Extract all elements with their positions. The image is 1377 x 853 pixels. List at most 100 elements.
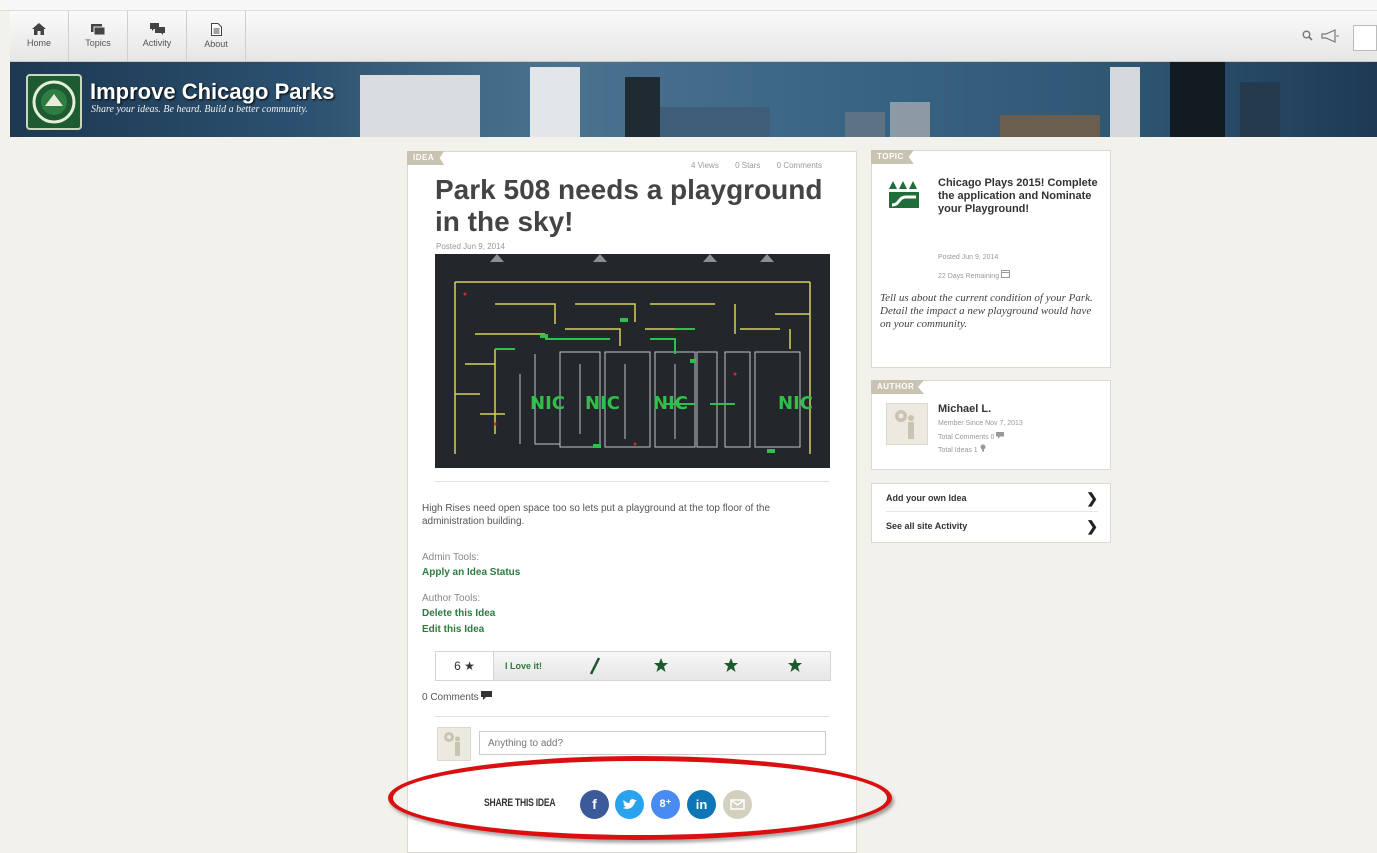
twitter-icon xyxy=(623,798,637,809)
user-placeholder-icon xyxy=(444,732,460,756)
total-comments-text: Total Comments 0 xyxy=(938,434,995,441)
plan-label: NIC xyxy=(653,393,688,414)
email-share-button[interactable] xyxy=(723,790,752,819)
top-nav-bar: Home Topics Activity About xyxy=(10,11,1377,62)
rate-star-icon[interactable] xyxy=(653,657,669,673)
idea-posted-date: Posted Jun 9, 2014 xyxy=(436,242,505,251)
slash-mark-icon[interactable] xyxy=(589,657,601,675)
comment-bubble-icon xyxy=(481,691,493,700)
member-since: Member Since Nov 7, 2013 xyxy=(938,420,1023,427)
google-plus-icon: 8⁺ xyxy=(659,798,672,810)
banner-building xyxy=(360,75,480,137)
total-ideas: Total Ideas 1 xyxy=(938,444,986,454)
chevron-right-icon: ❯ xyxy=(1086,518,1098,534)
twitter-share-button[interactable] xyxy=(615,790,644,819)
nav-about-button[interactable]: About xyxy=(187,11,246,61)
days-remaining: 22 Days Remaining xyxy=(938,269,1011,280)
banner-building xyxy=(890,102,930,137)
topic-title[interactable]: Chicago Plays 2015! Complete the applica… xyxy=(938,177,1098,216)
park-seal-icon xyxy=(32,80,76,124)
delete-idea-link[interactable]: Delete this Idea xyxy=(422,608,495,619)
see-activity-link[interactable]: See all site Activity ❯ xyxy=(886,513,1098,539)
banner-building xyxy=(530,67,580,137)
comments-count: 0 Comments xyxy=(422,691,493,703)
plan-label: NIC xyxy=(778,393,813,414)
topic-posted-date: Posted Jun 9, 2014 xyxy=(938,254,999,261)
topic-tag: TOPIC xyxy=(871,150,914,164)
comment-bubble-icon xyxy=(996,432,1005,439)
love-it-button[interactable]: I Love it! xyxy=(505,652,542,680)
nav-about-label: About xyxy=(204,39,228,49)
banner-building xyxy=(845,112,885,137)
topics-icon xyxy=(91,24,105,35)
site-banner: Improve Chicago Parks Share your ideas. … xyxy=(10,62,1377,137)
search-icon[interactable] xyxy=(1302,30,1313,41)
chevron-right-icon: ❯ xyxy=(1086,490,1098,506)
add-idea-link[interactable]: Add your own Idea ❯ xyxy=(886,485,1098,512)
rating-count-box: 6 ★ xyxy=(436,652,494,680)
idea-card: IDEA 4 Views 0 Stars 0 Comments Park 508… xyxy=(407,151,857,853)
linkedin-icon: in xyxy=(695,797,708,812)
add-idea-label: Add your own Idea xyxy=(886,493,967,503)
comments-stat: 0 Comments xyxy=(776,161,822,170)
chat-bubbles-icon xyxy=(149,23,165,35)
site-title[interactable]: Improve Chicago Parks xyxy=(90,79,335,105)
nav-home-button[interactable]: Home xyxy=(10,11,69,61)
author-avatar[interactable] xyxy=(886,403,928,445)
topic-icon xyxy=(886,175,922,211)
divider xyxy=(435,481,830,482)
nav-activity-button[interactable]: Activity xyxy=(128,11,187,61)
edit-idea-link[interactable]: Edit this Idea xyxy=(422,624,484,635)
calendar-icon xyxy=(1001,270,1011,278)
home-icon xyxy=(32,23,46,35)
rate-star-icon[interactable] xyxy=(787,657,803,673)
banner-building xyxy=(1000,115,1100,137)
apply-idea-status-link[interactable]: Apply an Idea Status xyxy=(422,567,520,578)
topic-description: Tell us about the current condition of y… xyxy=(880,292,1093,330)
topic-card: TOPIC Chicago Plays 2015! Complete the a… xyxy=(871,150,1111,368)
total-ideas-text: Total Ideas 1 xyxy=(938,447,978,454)
star-icon: ★ xyxy=(464,659,475,673)
rating-bar: 6 ★ I Love it! xyxy=(435,651,831,681)
share-label: SHARE THIS IDEA xyxy=(484,797,556,809)
author-name[interactable]: Michael L. xyxy=(938,403,991,415)
nav-topics-button[interactable]: Topics xyxy=(69,11,128,61)
see-activity-label: See all site Activity xyxy=(886,521,968,531)
rate-star-icon[interactable] xyxy=(723,657,739,673)
nav-topics-label: Topics xyxy=(85,38,111,48)
comment-input[interactable] xyxy=(479,731,826,755)
idea-title: Park 508 needs a playground in the sky! xyxy=(435,174,823,237)
idea-tag: IDEA xyxy=(407,151,445,165)
megaphone-icon[interactable] xyxy=(1321,29,1339,43)
site-logo[interactable] xyxy=(26,74,82,130)
idea-image-floor-plan[interactable]: NIC NIC NIC NIC xyxy=(435,254,830,468)
nav-home-label: Home xyxy=(26,38,51,48)
login-user-icon[interactable] xyxy=(1353,25,1377,51)
idea-description: High Rises need open space too so lets p… xyxy=(422,503,771,527)
stars-count: 0 Stars xyxy=(735,161,761,170)
floor-plan-drawing: NIC NIC NIC NIC xyxy=(454,254,813,454)
browser-top-strip xyxy=(0,0,1377,11)
rating-count: 6 xyxy=(454,659,461,673)
park-trees-icon xyxy=(889,181,919,208)
author-card: AUTHOR Michael L. Member Since Nov 7, 20… xyxy=(871,380,1111,470)
user-placeholder-icon xyxy=(895,410,914,439)
banner-building xyxy=(1240,82,1280,137)
facebook-icon: f xyxy=(592,796,597,812)
plan-label: NIC xyxy=(530,393,565,414)
linkedin-share-button[interactable]: in xyxy=(687,790,716,819)
admin-tools-label: Admin Tools: xyxy=(422,552,480,563)
plan-label: NIC xyxy=(585,393,620,414)
divider xyxy=(435,716,830,717)
comments-count-text: 0 Comments xyxy=(422,692,479,703)
site-tagline: Share your ideas. Be heard. Build a bett… xyxy=(91,104,308,115)
author-tools-label: Author Tools: xyxy=(422,593,481,604)
google-plus-share-button[interactable]: 8⁺ xyxy=(651,790,680,819)
banner-building xyxy=(1170,62,1225,137)
views-count: 4 Views xyxy=(690,161,719,170)
days-remaining-text: 22 Days Remaining xyxy=(938,273,1000,280)
email-icon xyxy=(730,799,745,810)
facebook-share-button[interactable]: f xyxy=(580,790,609,819)
document-icon xyxy=(210,23,222,36)
idea-stats: 4 Views 0 Stars 0 Comments xyxy=(677,161,822,170)
